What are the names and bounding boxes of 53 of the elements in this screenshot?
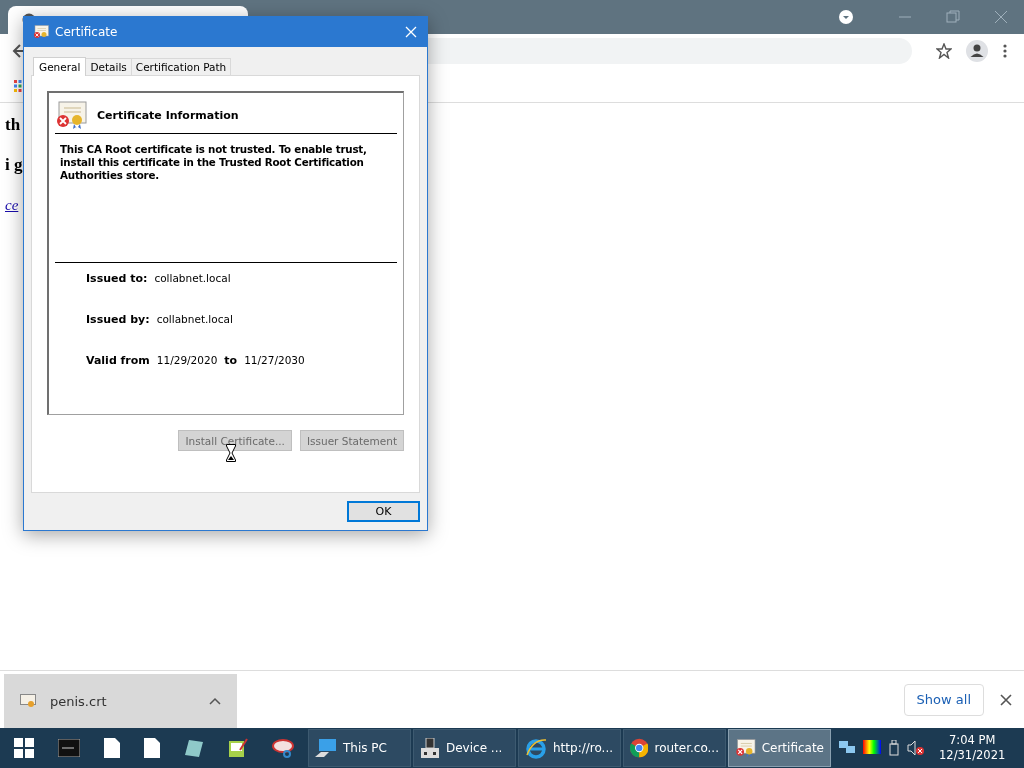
profile-icon[interactable] — [966, 40, 988, 62]
page-heading: i g — [5, 155, 23, 175]
chevron-up-icon[interactable] — [209, 697, 221, 705]
field-label: Issued by: — [86, 313, 150, 326]
hourglass-cursor-icon — [226, 444, 236, 462]
download-item[interactable]: penis.crt — [4, 674, 237, 728]
close-icon[interactable] — [1000, 693, 1012, 706]
document-icon[interactable] — [104, 738, 120, 758]
page-link[interactable]: ce — [5, 197, 19, 214]
start-icon[interactable] — [14, 738, 34, 758]
document-icon[interactable] — [144, 738, 160, 758]
taskbar-window-button[interactable]: http://ro... — [518, 729, 621, 767]
tab[interactable]: Certification Path — [130, 58, 232, 75]
usb-drive-icon[interactable] — [889, 740, 899, 756]
field-value: collabnet.local — [156, 313, 233, 325]
taskbar-window-button[interactable]: This PC — [308, 729, 411, 767]
certificate-file-icon — [20, 694, 36, 708]
field-value: collabnet.local — [154, 272, 231, 284]
tab[interactable]: General — [33, 57, 87, 76]
scissors-icon[interactable] — [272, 738, 294, 758]
certificate-error-icon — [55, 101, 87, 129]
notepad-icon[interactable] — [184, 738, 204, 758]
field-label: to — [224, 354, 238, 367]
computer-icon — [315, 739, 337, 757]
certificate-error-icon — [735, 737, 756, 759]
show-all-button[interactable]: Show all — [903, 683, 984, 716]
field-value: 11/29/2020 — [156, 354, 218, 366]
taskbar-window-button[interactable]: Certificate — [728, 729, 831, 767]
network-icon[interactable] — [839, 741, 855, 755]
file-name: penis.crt — [50, 693, 108, 709]
menu-icon[interactable] — [1002, 43, 1008, 59]
clock-date[interactable]: 12/31/2021 — [939, 748, 1006, 763]
star-icon[interactable] — [936, 43, 952, 59]
trust-message: This CA Root certificate is not trusted. To enable trust, install this certificate in the Trusted Root Certification Authorities store. — [55, 134, 397, 263]
clock-time[interactable]: 7:04 PM — [948, 733, 996, 748]
usb-device-icon — [420, 738, 440, 758]
field-label: Issued to: — [86, 272, 148, 285]
field-value: 11/27/2030 — [244, 354, 305, 366]
certificate-error-icon — [33, 25, 49, 39]
tab-search-icon[interactable] — [839, 10, 853, 24]
speaker-muted-icon[interactable] — [907, 740, 925, 756]
section-heading: Certificate Information — [97, 108, 239, 122]
field-label: Valid from — [86, 354, 150, 367]
window-title: Certificate — [55, 25, 118, 39]
browser-e-icon — [525, 737, 547, 759]
taskbar-window-button[interactable]: Device ... — [413, 729, 516, 767]
taskbar-window-button[interactable]: router.co... — [623, 729, 726, 767]
page-heading: th — [5, 115, 21, 135]
terminal-icon[interactable] — [58, 739, 80, 757]
color-display-icon[interactable] — [863, 740, 881, 756]
chrome-icon — [630, 738, 649, 758]
ok-button[interactable]: OK — [347, 501, 420, 522]
notepad-plus-icon[interactable] — [228, 738, 248, 758]
